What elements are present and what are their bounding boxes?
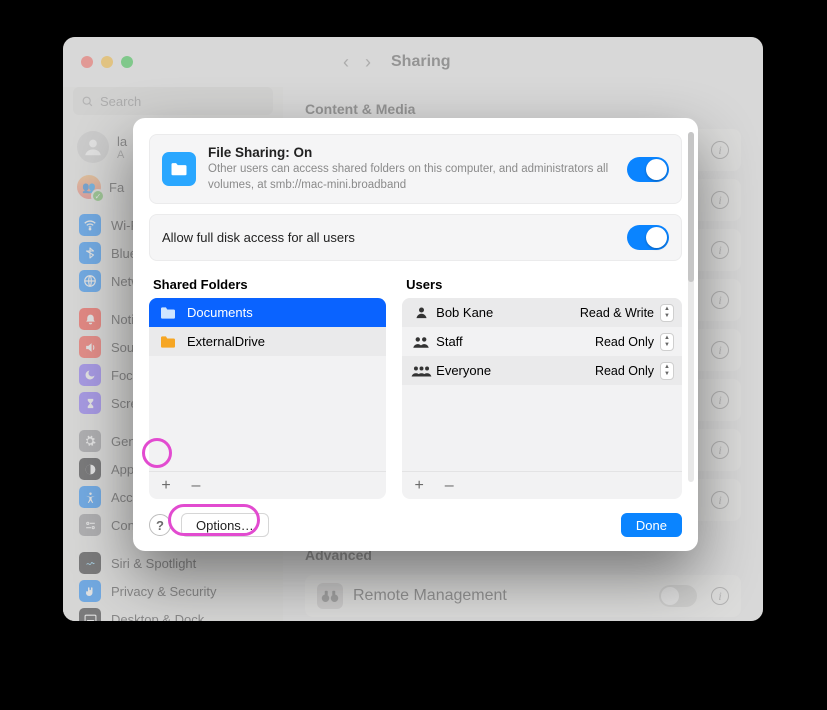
account-name: la [117, 134, 127, 149]
user-permission: Read Only [595, 364, 654, 378]
file-sharing-title: File Sharing: On [208, 145, 615, 160]
folder-name: Documents [187, 305, 253, 320]
user-permission: Read Only [595, 335, 654, 349]
info-icon[interactable]: i [711, 241, 729, 259]
toggle-off-icon[interactable] [659, 585, 697, 607]
shared-folders-list[interactable]: Documents ExternalDrive + – [149, 298, 386, 499]
file-sharing-sheet: File Sharing: On Other users can access … [133, 118, 698, 551]
file-sharing-desc: Other users can access shared folders on… [208, 162, 615, 193]
folder-name: ExternalDrive [187, 334, 265, 349]
options-button[interactable]: Options… [181, 513, 269, 537]
siri-icon [79, 552, 101, 574]
control-icon [79, 514, 101, 536]
user-name: Bob Kane [432, 305, 580, 320]
titlebar: ‹ › Sharing [63, 37, 763, 87]
moon-icon [79, 364, 101, 386]
file-sharing-header: File Sharing: On Other users can access … [149, 134, 682, 204]
folder-icon [159, 335, 177, 349]
account-sub: A [117, 149, 127, 161]
bell-icon [79, 308, 101, 330]
info-icon[interactable]: i [711, 341, 729, 359]
remove-folder-button[interactable]: – [187, 477, 205, 495]
user-name: Everyone [432, 363, 595, 378]
sidebar-item-dock[interactable]: Desktop & Dock [73, 605, 273, 621]
add-folder-button[interactable]: + [157, 477, 175, 495]
permission-stepper[interactable]: ▲▼ [660, 304, 674, 322]
shared-folder-row[interactable]: ExternalDrive [149, 327, 386, 356]
network-icon [79, 270, 101, 292]
user-row[interactable]: EveryoneRead Only ▲▼ [402, 356, 682, 385]
dock-icon [79, 608, 101, 621]
help-button[interactable]: ? [149, 514, 171, 536]
close-window-button[interactable] [81, 56, 93, 68]
group3-icon [410, 364, 432, 378]
page-title: Sharing [391, 53, 451, 71]
info-icon[interactable]: i [711, 391, 729, 409]
sidebar-item-label: Siri & Spotlight [111, 556, 196, 571]
shared-folder-row[interactable]: Documents [149, 298, 386, 327]
info-icon[interactable]: i [711, 141, 729, 159]
user-row[interactable]: StaffRead Only ▲▼ [402, 327, 682, 356]
user-name: Staff [432, 334, 595, 349]
info-icon[interactable]: i [711, 587, 729, 605]
sidebar-item-label: Privacy & Security [111, 584, 216, 599]
add-user-button[interactable]: + [410, 477, 428, 495]
wifi-icon [79, 214, 101, 236]
info-icon[interactable]: i [711, 191, 729, 209]
sound-icon [79, 336, 101, 358]
full-disk-access-toggle[interactable] [627, 225, 669, 250]
gear-icon [79, 430, 101, 452]
shared-folders-title: Shared Folders [149, 275, 386, 298]
search-icon [81, 95, 94, 108]
traffic-lights [81, 56, 133, 68]
permission-stepper[interactable]: ▲▼ [660, 333, 674, 351]
user-row[interactable]: Bob KaneRead & Write ▲▼ [402, 298, 682, 327]
remote-management-label: Remote Management [353, 587, 507, 605]
hourglass-icon [79, 392, 101, 414]
bluetooth-icon [79, 242, 101, 264]
sidebar-item-label: Desktop & Dock [111, 612, 204, 622]
search-input[interactable]: Search [73, 87, 273, 115]
appearance-icon [79, 458, 101, 480]
scrollbar[interactable] [688, 132, 694, 482]
users-list[interactable]: Bob KaneRead & Write▲▼StaffRead Only▲▼Ev… [402, 298, 682, 499]
binoculars-icon [317, 583, 343, 609]
family-label: Fa [109, 180, 124, 195]
permission-stepper[interactable]: ▲▼ [660, 362, 674, 380]
remove-user-button[interactable]: – [440, 477, 458, 495]
file-sharing-toggle[interactable] [627, 157, 669, 182]
person-icon [410, 305, 432, 320]
avatar-icon [77, 131, 109, 163]
folder-icon [159, 306, 177, 320]
info-icon[interactable]: i [711, 291, 729, 309]
zoom-window-button[interactable] [121, 56, 133, 68]
remote-management-row[interactable]: Remote Management i [305, 575, 741, 617]
user-permission: Read & Write [580, 306, 654, 320]
forward-button[interactable]: › [365, 52, 371, 73]
shared-folders-column: Shared Folders Documents ExternalDrive + … [149, 275, 386, 499]
minimize-window-button[interactable] [101, 56, 113, 68]
full-disk-access-row: Allow full disk access for all users [149, 214, 682, 261]
users-column: Users Bob KaneRead & Write▲▼StaffRead On… [402, 275, 682, 499]
back-button[interactable]: ‹ [343, 52, 349, 73]
users-title: Users [402, 275, 682, 298]
hand-icon [79, 580, 101, 602]
info-icon[interactable]: i [711, 441, 729, 459]
full-disk-access-label: Allow full disk access for all users [162, 230, 615, 245]
sidebar-item-hand[interactable]: Privacy & Security [73, 577, 273, 605]
group2-icon [410, 335, 432, 349]
family-icon: 👥✓ [77, 175, 101, 199]
done-button[interactable]: Done [621, 513, 682, 537]
sidebar-item-siri[interactable]: Siri & Spotlight [73, 549, 273, 577]
section-content-media: Content & Media [305, 101, 741, 117]
folder-share-icon [162, 152, 196, 186]
info-icon[interactable]: i [711, 491, 729, 509]
search-placeholder: Search [100, 94, 141, 109]
accessibility-icon [79, 486, 101, 508]
